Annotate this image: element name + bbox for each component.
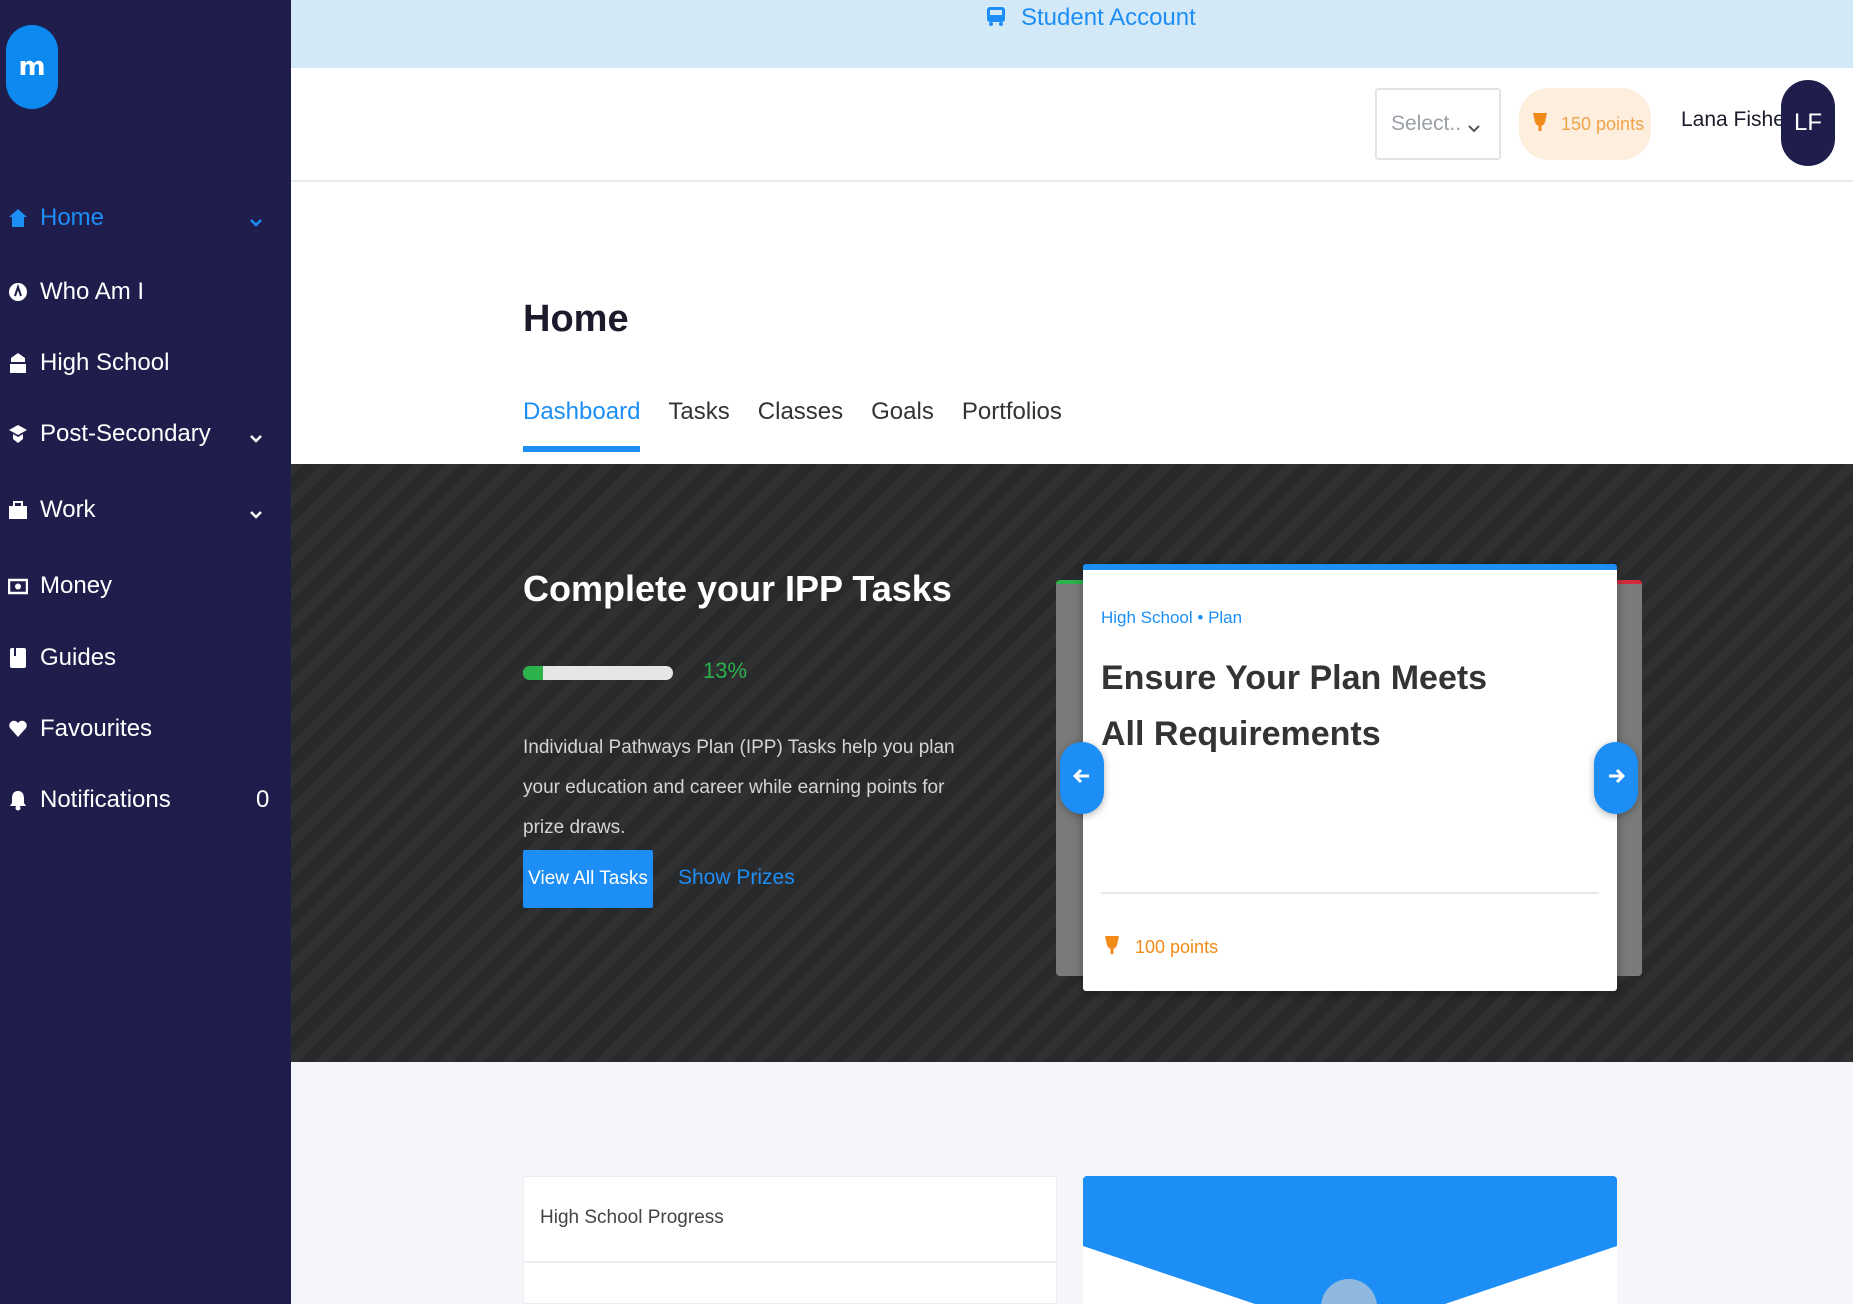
sidebar-item-guides[interactable]: Guides — [0, 630, 291, 686]
task-points: 100 points — [1103, 934, 1218, 961]
sidebar-item-money[interactable]: Money — [0, 558, 291, 614]
logo-letter: m — [18, 52, 46, 82]
bell-icon — [8, 789, 28, 811]
chevron-down-icon[interactable] — [248, 210, 264, 227]
graduation-cap-icon — [8, 423, 28, 445]
high-school-progress-panel: High School Progress — [523, 1176, 1057, 1304]
show-prizes-link[interactable]: Show Prizes — [678, 866, 795, 890]
arrow-left-icon — [1072, 766, 1092, 791]
tab-tasks[interactable]: Tasks — [668, 398, 729, 452]
school-icon — [8, 352, 28, 374]
chevron-down-icon — [1467, 118, 1481, 133]
card-divider — [1101, 892, 1599, 894]
hero-description: Individual Pathways Plan (IPP) Tasks hel… — [523, 737, 955, 838]
sidebar-item-label: Notifications — [40, 786, 171, 813]
panel-title: High School Progress — [540, 1207, 724, 1228]
heart-icon — [8, 718, 28, 740]
tab-classes[interactable]: Classes — [758, 398, 843, 452]
avatar-initials: LF — [1793, 109, 1822, 136]
ipp-progress-bar — [523, 666, 673, 680]
page-tabs: Dashboard Tasks Classes Goals Portfolios — [523, 398, 1062, 452]
sidebar-item-label: Who Am I — [40, 278, 145, 305]
chevron-down-icon[interactable] — [248, 426, 264, 443]
hero-title: Complete your IPP Tasks — [523, 568, 952, 609]
account-banner: Student Account — [291, 0, 1853, 68]
page-title: Home — [523, 298, 629, 340]
panel-divider — [524, 1261, 1056, 1263]
task-card[interactable]: High School • Plan Ensure Your Plan Meet… — [1083, 564, 1617, 991]
tab-goals[interactable]: Goals — [871, 398, 934, 452]
select-placeholder: Select.. — [1391, 112, 1462, 135]
carousel-prev-button[interactable] — [1060, 742, 1104, 814]
sidebar-item-favourites[interactable]: Favourites — [0, 701, 291, 757]
sidebar-item-notifications[interactable]: Notifications 0 — [0, 772, 291, 828]
person-circle-icon — [8, 281, 28, 303]
sidebar: m Home Who Am I High School Post-Seconda… — [0, 0, 291, 1304]
points-text: 150 points — [1561, 113, 1645, 134]
sidebar-item-work[interactable]: Work — [0, 482, 291, 538]
user-name[interactable]: Lana Fisher — [1681, 108, 1792, 132]
notification-count: 0 — [256, 786, 270, 813]
account-type-label: Student Account — [1021, 4, 1196, 31]
task-category: High School • Plan — [1101, 608, 1243, 627]
sidebar-item-label: Work — [40, 496, 96, 523]
briefcase-icon — [8, 499, 28, 521]
sidebar-item-label: Guides — [40, 644, 117, 671]
sidebar-item-post-secondary[interactable]: Post-Secondary — [0, 406, 291, 462]
sidebar-item-high-school[interactable]: High School — [0, 335, 291, 391]
task-title: Ensure Your Plan Meets All Requirements — [1101, 659, 1488, 753]
arrow-right-icon — [1606, 766, 1626, 791]
view-all-tasks-button[interactable]: View All Tasks — [523, 850, 653, 908]
sidebar-item-label: Favourites — [40, 715, 153, 742]
carousel-next-button[interactable] — [1594, 742, 1638, 814]
points-badge[interactable]: 150 points — [1519, 88, 1651, 160]
sidebar-item-label: High School — [40, 349, 170, 376]
banner-content: Student Account — [985, 4, 1196, 32]
bus-icon — [985, 5, 1007, 32]
trophy-icon — [1531, 111, 1549, 138]
progress-fill — [523, 666, 543, 680]
trophy-icon — [1103, 934, 1121, 961]
money-icon — [8, 575, 28, 597]
sidebar-item-home[interactable]: Home — [0, 190, 291, 246]
avatar[interactable]: LF — [1781, 80, 1835, 166]
sidebar-item-label: Home — [40, 204, 105, 231]
app-logo[interactable]: m — [6, 25, 58, 109]
book-icon — [8, 647, 28, 669]
sidebar-item-who-am-i[interactable]: Who Am I — [0, 264, 291, 320]
tab-portfolios[interactable]: Portfolios — [962, 398, 1062, 452]
task-points-text: 100 points — [1135, 937, 1219, 957]
progress-percent: 13% — [703, 658, 748, 683]
sidebar-item-label: Post-Secondary — [40, 420, 211, 447]
home-icon — [8, 207, 28, 229]
promo-panel[interactable] — [1083, 1176, 1617, 1304]
context-select[interactable]: Select.. — [1375, 88, 1501, 160]
chevron-down-icon[interactable] — [248, 502, 264, 519]
tab-dashboard[interactable]: Dashboard — [523, 398, 641, 452]
sidebar-item-label: Money — [40, 572, 113, 599]
